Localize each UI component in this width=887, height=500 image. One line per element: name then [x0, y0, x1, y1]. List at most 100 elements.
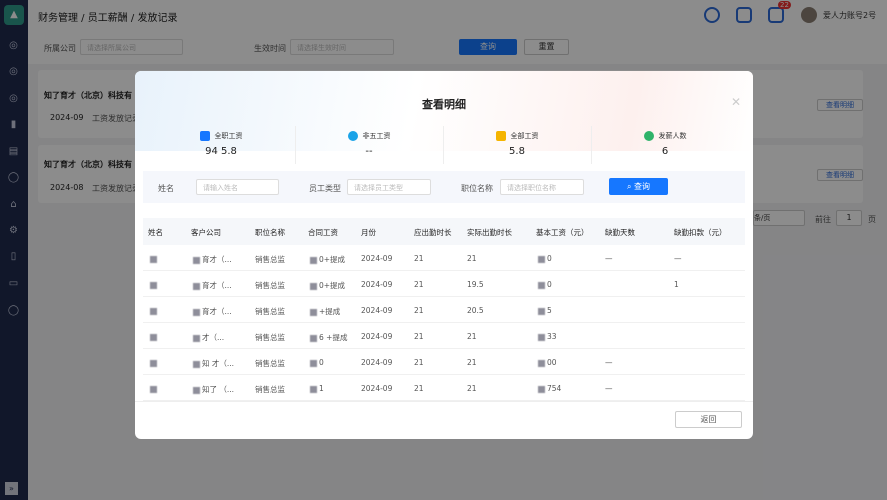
column-header: 基本工资（元） [536, 228, 589, 237]
table-cell: 2024-09 [361, 254, 392, 263]
table-cell [148, 254, 159, 263]
table-cell: 育才（... [191, 254, 232, 265]
cell-text: — [605, 384, 613, 393]
cell-text: 2024-09 [361, 280, 393, 289]
stat-label: 全部工资 [510, 132, 539, 140]
cell-text: 销售总监 [255, 281, 285, 290]
column-header: 缺勤扣款（元） [674, 228, 727, 237]
cell-text: 21 [414, 306, 424, 315]
table-row: 育才（... 销售总监 0+提成 2024-09 21 19.5 0 1 [143, 271, 745, 297]
cell-text: 21 [467, 254, 477, 263]
table-cell: 33 [536, 332, 557, 341]
table-cell: 2024-09 [361, 384, 392, 393]
cell-text: 21 [414, 358, 424, 367]
masked-value [538, 359, 545, 367]
table-cell: 21 [414, 306, 424, 315]
table-cell: 21 [467, 254, 477, 263]
modal-search-bar: 姓名 请输入姓名 员工类型 请选择员工类型 职位名称 请选择职位名称 ⌕ 查询 [143, 171, 745, 203]
stat-value: 94 5.8 [205, 146, 237, 157]
table-cell: — [605, 358, 613, 367]
cell-text: 育才（... [202, 281, 232, 290]
cell-text: 21 [414, 332, 424, 341]
table-cell: — [605, 384, 613, 393]
table-cell [148, 306, 159, 315]
name-input[interactable]: 请输入姓名 [196, 179, 279, 195]
table-row: 知了 （... 销售总监 1 2024-09 21 21 754 — [143, 375, 745, 401]
cell-text: 5 [547, 306, 552, 315]
cell-text: 2024-09 [361, 332, 393, 341]
table-cell: 0 [536, 254, 552, 263]
table-cell: 销售总监 [255, 254, 285, 265]
column-header: 月份 [361, 228, 376, 237]
stat-label: 发薪人数 [658, 132, 687, 140]
stat-non-five: 非五工资 -- [295, 123, 443, 165]
column-header: 应出勤时长 [414, 228, 452, 237]
table-cell: 0+提成 [308, 254, 345, 265]
cell-text: 00 [547, 358, 557, 367]
cell-text: 知 才（... [202, 359, 235, 368]
cell-text: 销售总监 [255, 333, 285, 342]
table-cell: 6 +提成 [308, 332, 347, 343]
table-cell: 育才（... [191, 280, 232, 291]
cell-text: 20.5 [467, 306, 484, 315]
table-cell: 0 [308, 358, 324, 367]
table-cell: 21 [414, 332, 424, 341]
table-cell: 21 [414, 358, 424, 367]
table-cell: 20.5 [467, 306, 484, 315]
stat-headcount: 发薪人数 6 [591, 123, 739, 165]
modal-search-button[interactable]: ⌕ 查询 [609, 178, 668, 195]
type-select[interactable]: 请选择员工类型 [347, 179, 431, 195]
type-label: 员工类型 [309, 184, 341, 193]
masked-value [150, 307, 157, 315]
close-icon[interactable]: ✕ [731, 95, 741, 109]
table-cell: 销售总监 [255, 332, 285, 343]
cell-text: 销售总监 [255, 255, 285, 264]
table-cell: 21 [414, 254, 424, 263]
table-row: 育才（... 销售总监 +提成 2024-09 21 20.5 5 [143, 297, 745, 323]
table-row: 育才（... 销售总监 0+提成 2024-09 21 21 0 — — [143, 245, 745, 271]
column-header: 姓名 [148, 228, 163, 237]
stat-total: 全部工资 5.8 [443, 123, 591, 165]
table-cell: 5 [536, 306, 552, 315]
cell-text: 6 +提成 [319, 333, 348, 342]
masked-value [193, 308, 200, 316]
cell-text: 21 [467, 332, 477, 341]
cell-text: 21 [414, 384, 424, 393]
masked-value [193, 386, 200, 394]
cell-text: 销售总监 [255, 385, 285, 394]
cell-text: 21 [467, 358, 477, 367]
table-cell: 销售总监 [255, 280, 285, 291]
document-icon [495, 131, 506, 141]
table-cell: 2024-09 [361, 306, 392, 315]
table-cell [148, 358, 159, 367]
cell-text: 0+提成 [319, 281, 346, 290]
column-header: 合同工资 [308, 228, 338, 237]
masked-value [538, 385, 545, 393]
cell-text: 754 [547, 384, 562, 393]
stat-label: 全职工资 [214, 132, 243, 140]
cell-text: 0 [319, 358, 324, 367]
cell-text: 2024-09 [361, 306, 393, 315]
table-cell: 才（... [191, 332, 224, 343]
stat-value: -- [365, 146, 373, 157]
table-cell: 754 [536, 384, 561, 393]
masked-value [193, 360, 200, 368]
table-cell: 00 [536, 358, 557, 367]
cell-text: 2024-09 [361, 254, 393, 263]
bag-icon [347, 131, 358, 141]
back-button[interactable]: 返回 [675, 411, 742, 428]
cell-text: 0 [547, 280, 552, 289]
table-cell: 21 [467, 332, 477, 341]
masked-value [193, 282, 200, 290]
wallet-icon [199, 131, 210, 141]
table-cell [148, 332, 159, 341]
table-cell: 销售总监 [255, 306, 285, 317]
masked-value [150, 255, 157, 263]
cell-text: 育才（... [202, 255, 232, 264]
cell-text: 21 [414, 280, 424, 289]
position-select[interactable]: 请选择职位名称 [500, 179, 584, 195]
cell-text: 知了 （... [202, 385, 235, 394]
masked-value [310, 359, 317, 367]
table-cell: 21 [414, 384, 424, 393]
cell-text: 21 [414, 254, 424, 263]
